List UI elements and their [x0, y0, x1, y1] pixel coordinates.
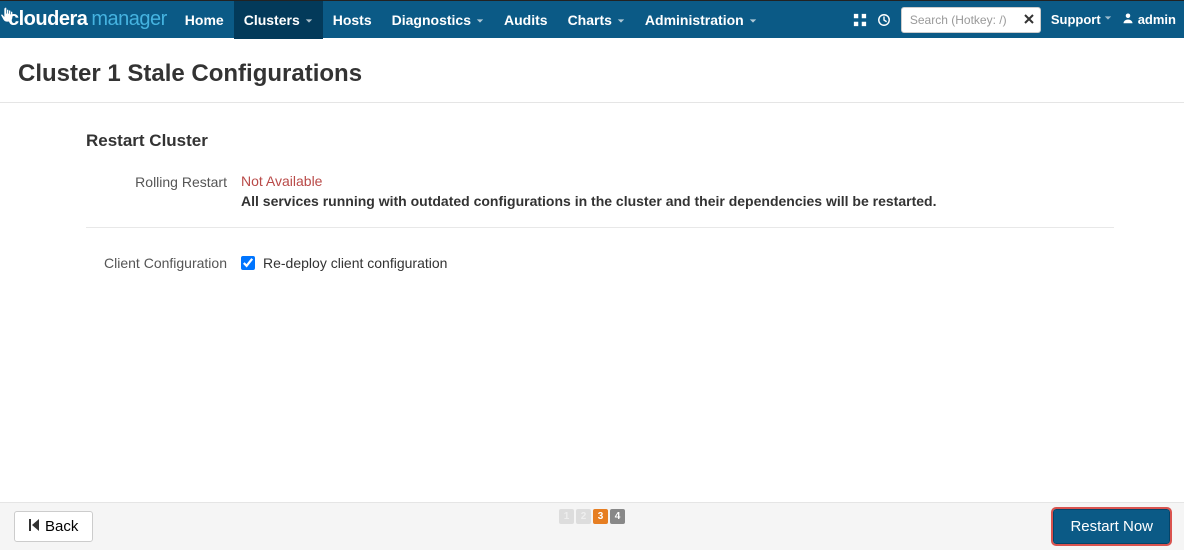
nav-support-label: Support: [1051, 12, 1101, 27]
rolling-not-available: Not Available: [241, 173, 1114, 189]
redeploy-label: Re-deploy client configuration: [263, 255, 447, 271]
top-navbar: cloudera manager Home Clusters Hosts Dia…: [0, 0, 1184, 38]
nav-administration[interactable]: Administration: [635, 1, 767, 39]
divider: [86, 227, 1114, 228]
restart-now-label: Restart Now: [1070, 518, 1153, 535]
page-title: Cluster 1 Stale Configurations: [0, 38, 1184, 103]
nav-hosts-label: Hosts: [333, 12, 372, 28]
search-input[interactable]: [901, 7, 1041, 33]
nav-user[interactable]: admin: [1122, 12, 1176, 27]
user-icon: [1122, 12, 1134, 27]
back-button[interactable]: Back: [14, 511, 93, 542]
nav-clusters[interactable]: Clusters: [234, 1, 323, 39]
brand-logo[interactable]: cloudera manager: [8, 8, 167, 31]
back-button-label: Back: [45, 518, 78, 535]
rolling-restart-label: Rolling Restart: [86, 173, 241, 190]
nav-charts[interactable]: Charts: [558, 1, 635, 39]
nav-charts-label: Charts: [568, 12, 612, 28]
redeploy-checkbox[interactable]: [241, 256, 255, 270]
chevron-down-icon: [476, 12, 484, 28]
chevron-down-icon: [305, 12, 313, 28]
restart-now-button[interactable]: Restart Now: [1053, 509, 1170, 544]
wizard-footer: Back 1 2 3 4 Restart Now: [0, 502, 1184, 550]
wizard-step-1[interactable]: 1: [559, 509, 574, 524]
rolling-description: All services running with outdated confi…: [241, 193, 1101, 209]
brand-text-2: manager: [91, 8, 166, 31]
nav-clusters-label: Clusters: [244, 12, 300, 28]
wizard-step-4[interactable]: 4: [610, 509, 625, 524]
section-title: Restart Cluster: [86, 131, 1114, 151]
running-commands-icon[interactable]: [877, 13, 891, 27]
nav-hosts[interactable]: Hosts: [323, 1, 382, 39]
client-config-control: Re-deploy client configuration: [241, 255, 1114, 271]
nav-home[interactable]: Home: [175, 1, 234, 39]
nav-home-label: Home: [185, 12, 224, 28]
step-backward-icon: [29, 518, 39, 535]
chevron-down-icon: [1104, 14, 1112, 25]
chevron-down-icon: [617, 12, 625, 28]
rolling-restart-row: Rolling Restart Not Available All servic…: [86, 169, 1114, 227]
wizard-step-2[interactable]: 2: [576, 509, 591, 524]
nav-user-label: admin: [1138, 12, 1176, 27]
nav-support[interactable]: Support: [1051, 12, 1112, 27]
nav-administration-label: Administration: [645, 12, 744, 28]
search-box: [901, 7, 1041, 33]
nav-diagnostics-label: Diagnostics: [392, 12, 471, 28]
client-config-label: Client Configuration: [86, 254, 241, 271]
wizard-steps: 1 2 3 4: [559, 509, 625, 524]
chevron-down-icon: [749, 12, 757, 28]
wizard-step-3[interactable]: 3: [593, 509, 608, 524]
client-config-row: Client Configuration Re-deploy client co…: [86, 250, 1114, 289]
nav-audits[interactable]: Audits: [494, 1, 558, 39]
close-icon[interactable]: [1023, 12, 1035, 28]
nav-diagnostics[interactable]: Diagnostics: [382, 1, 494, 39]
main-content: Restart Cluster Rolling Restart Not Avai…: [0, 103, 1184, 289]
parcels-icon[interactable]: [853, 13, 867, 27]
nav-right: Support admin: [853, 7, 1176, 33]
cursor-icon: [0, 6, 15, 27]
nav-items: Home Clusters Hosts Diagnostics Audits C…: [175, 1, 767, 38]
nav-audits-label: Audits: [504, 12, 548, 28]
brand-text-1: cloudera: [8, 8, 87, 31]
rolling-restart-control: Not Available All services running with …: [241, 173, 1114, 209]
